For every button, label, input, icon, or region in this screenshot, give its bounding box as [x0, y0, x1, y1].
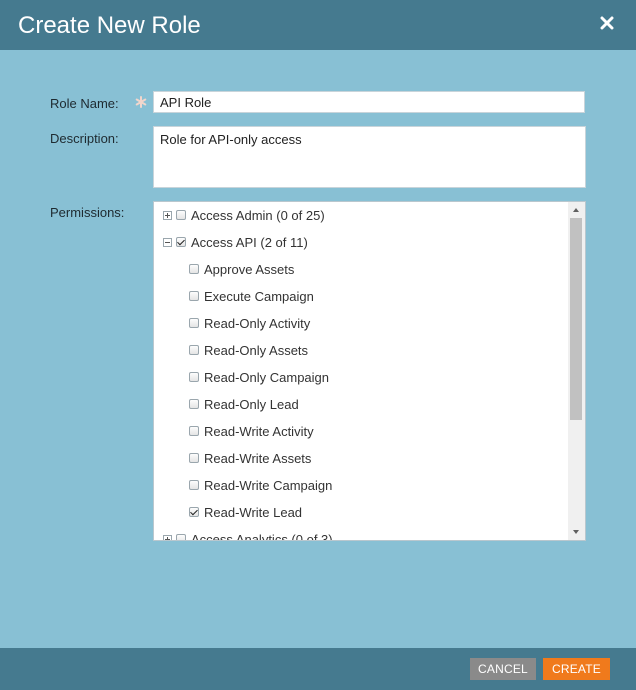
permission-checkbox[interactable] — [189, 291, 199, 301]
permission-label: Read-Write Campaign — [204, 477, 333, 493]
create-role-dialog: Create New Role Role Name: Description: … — [0, 0, 636, 690]
permissions-tree[interactable]: Access Admin (0 of 25) Access API (2 of 1… — [153, 201, 586, 541]
close-icon[interactable] — [600, 16, 614, 30]
permission-row[interactable]: Execute Campaign — [189, 286, 314, 306]
permission-row[interactable]: Read-Write Lead — [189, 502, 302, 522]
permission-row[interactable]: Read-Write Assets — [189, 448, 311, 468]
permission-row[interactable]: Read-Only Lead — [189, 394, 299, 414]
permission-label: Approve Assets — [204, 261, 295, 277]
permission-label: Read-Write Lead — [204, 504, 303, 520]
permission-label: Read-Only Assets — [204, 342, 309, 358]
permission-label: Read-Only Lead — [204, 396, 299, 412]
collapse-minus-icon[interactable] — [163, 237, 172, 247]
permission-row[interactable]: Approve Assets — [189, 259, 294, 279]
permission-checkbox[interactable] — [189, 453, 199, 463]
permission-row[interactable]: Access Admin (0 of 25) — [163, 205, 325, 225]
permissions-tree-list: Access Admin (0 of 25) Access API (2 of 1… — [154, 202, 568, 540]
permission-checkbox[interactable] — [189, 426, 199, 436]
permission-label: Read-Write Assets — [204, 450, 312, 466]
permission-checkbox[interactable] — [189, 507, 199, 517]
permission-row[interactable]: Read-Write Activity — [189, 421, 314, 441]
expand-plus-icon[interactable] — [163, 210, 172, 220]
permission-checkbox[interactable] — [176, 534, 186, 540]
permission-checkbox[interactable] — [189, 399, 199, 409]
permission-checkbox[interactable] — [176, 210, 186, 220]
cancel-button[interactable]: CANCEL — [470, 658, 536, 680]
permission-label: Access API (2 of 11) — [191, 234, 308, 250]
permission-row[interactable]: Read-Only Assets — [189, 340, 308, 360]
dialog-title: Create New Role — [18, 12, 201, 39]
permission-checkbox[interactable] — [189, 345, 199, 355]
permission-row[interactable]: Access API (2 of 11) — [163, 232, 308, 252]
permission-checkbox[interactable] — [189, 264, 199, 274]
role-name-label: Role Name: — [50, 96, 119, 111]
permission-label: Access Admin (0 of 25) — [191, 207, 325, 223]
permission-label: Execute Campaign — [204, 288, 314, 304]
description-textarea[interactable]: Role for API-only access — [153, 126, 586, 188]
permission-checkbox[interactable] — [189, 372, 199, 382]
permissions-label: Permissions: — [50, 205, 125, 220]
permission-checkbox[interactable] — [176, 237, 186, 247]
permission-label: Read-Only Campaign — [204, 369, 330, 385]
permission-row[interactable]: Read-Only Campaign — [189, 367, 329, 387]
scroll-down-arrow-icon[interactable] — [573, 530, 579, 534]
dialog-footer: CANCEL CREATE — [0, 648, 636, 690]
permission-label: Read-Only Activity — [204, 315, 311, 331]
vertical-scrollbar[interactable] — [568, 202, 585, 540]
description-label: Description: — [50, 131, 119, 146]
permission-row[interactable]: Read-Only Activity — [189, 313, 310, 333]
permission-label: Read-Write Activity — [204, 423, 314, 439]
create-button[interactable]: CREATE — [543, 658, 610, 680]
permission-checkbox[interactable] — [189, 318, 199, 328]
role-name-input[interactable] — [153, 91, 585, 113]
permission-row[interactable]: Access Analytics (0 of 3) — [163, 529, 333, 540]
dialog-header: Create New Role — [0, 0, 636, 50]
scroll-up-arrow-icon[interactable] — [573, 208, 579, 212]
scroll-thumb[interactable] — [570, 218, 582, 420]
permission-row[interactable]: Read-Write Campaign — [189, 475, 332, 495]
asterisk-icon — [135, 96, 147, 108]
expand-plus-icon[interactable] — [163, 534, 172, 540]
permission-checkbox[interactable] — [189, 480, 199, 490]
permission-label: Access Analytics (0 of 3) — [191, 531, 333, 541]
